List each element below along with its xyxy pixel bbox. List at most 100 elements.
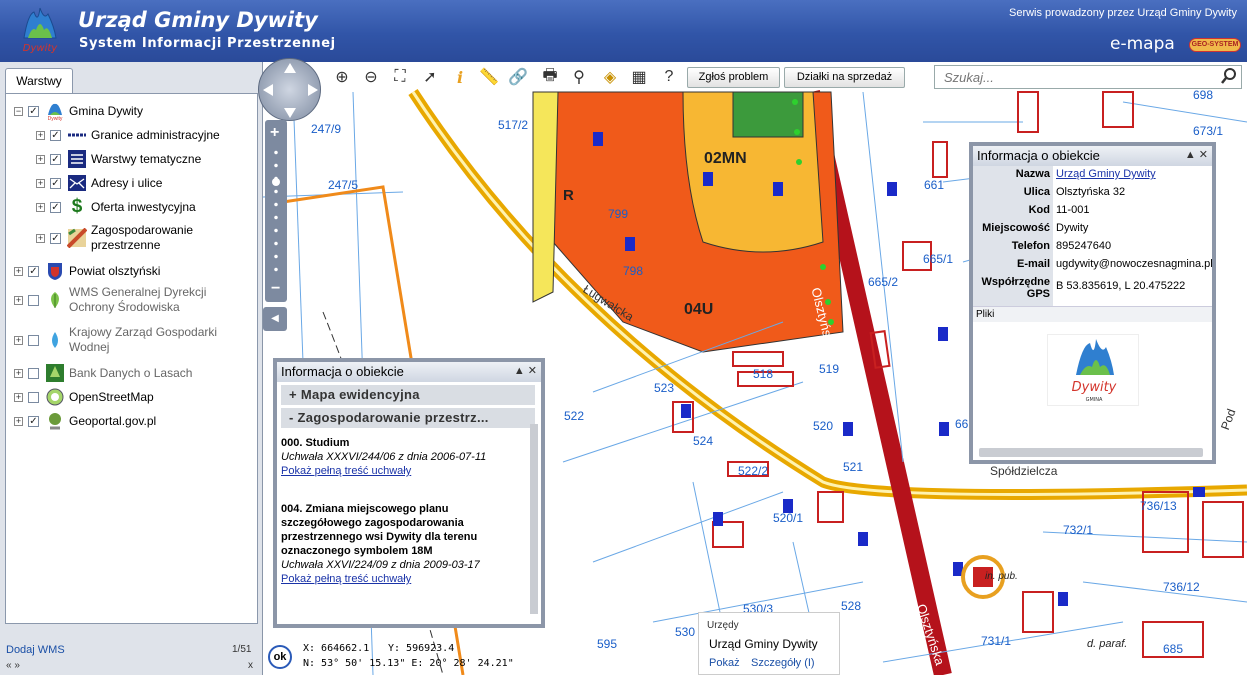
expand-toggle[interactable]: +: [14, 368, 23, 378]
show-resolution-link[interactable]: Pokaż pełną treść uchwały: [281, 465, 411, 477]
forest-icon: [45, 363, 65, 383]
layer-label[interactable]: Granice administracyjne: [91, 128, 220, 143]
expand-toggle[interactable]: +: [36, 233, 45, 243]
search-input[interactable]: [934, 65, 1242, 89]
layer-checkbox[interactable]: ✓: [50, 129, 61, 141]
layer-checkbox[interactable]: ✓: [28, 415, 39, 427]
measure-icon[interactable]: 📏: [477, 66, 501, 88]
zoom-out-button[interactable]: −: [271, 280, 280, 298]
layer-label[interactable]: Powiat olsztyński: [69, 264, 160, 279]
collapse-panel-button[interactable]: ◀: [263, 307, 287, 331]
layer-checkbox[interactable]: [28, 334, 39, 346]
layer-node: + OpenStreetMap: [14, 386, 154, 408]
expand-toggle[interactable]: +: [14, 335, 23, 345]
section-zoning[interactable]: - Zagospodarowanie przestrz...: [281, 408, 535, 428]
layer-checkbox[interactable]: [28, 391, 39, 403]
popup-title: Informacja o obiekcie: [281, 364, 404, 379]
popup-controls[interactable]: ▲ ✕: [514, 362, 537, 381]
full-extent-icon[interactable]: ⛶: [388, 66, 412, 88]
header: Dywity Urząd Gminy Dywity System Informa…: [0, 0, 1247, 62]
horizontal-scrollbar[interactable]: [979, 448, 1203, 457]
zoom-thumb[interactable]: [272, 178, 280, 186]
pan-control[interactable]: [258, 58, 321, 121]
expand-toggle[interactable]: +: [36, 130, 45, 140]
zoom-in-button[interactable]: +: [270, 124, 279, 142]
layer-label[interactable]: Krajowy Zarząd Gospodarki Wodnej: [69, 325, 219, 355]
layer-checkbox[interactable]: ✓: [28, 265, 39, 277]
plot-label: 247/5: [328, 178, 359, 192]
office-logo: Dywity GMINA: [1047, 334, 1139, 406]
layers-icon[interactable]: ◈: [598, 66, 622, 88]
entry-resolution: Uchwała XXXVI/244/06 z dnia 2006-07-11: [281, 451, 487, 463]
svg-text:Dywity: Dywity: [23, 43, 58, 54]
info-value: Olsztyńska 32: [1056, 186, 1126, 198]
expand-toggle[interactable]: +: [36, 202, 45, 212]
layer-node: + ✓ Warstwy tematyczne: [36, 148, 201, 170]
office-name-link[interactable]: Urząd Gminy Dywity: [1056, 168, 1156, 180]
help-icon[interactable]: ?: [657, 66, 681, 88]
ok-button[interactable]: ok: [268, 645, 292, 669]
layer-label[interactable]: Oferta inwestycyjna: [91, 200, 196, 215]
layer-checkbox[interactable]: [28, 367, 39, 379]
layer-node: + ✓ Granice administracyjne: [36, 124, 220, 146]
info-value: B 53.835619, L 20.475222: [1056, 280, 1186, 292]
layer-checkbox[interactable]: ✓: [50, 177, 61, 189]
section-cadastral[interactable]: + Mapa ewidencyjna: [281, 385, 535, 405]
layer-label[interactable]: Zagospodarowanie przestrzenne: [91, 223, 211, 253]
layer-label[interactable]: Geoportal.gov.pl: [69, 414, 156, 429]
search-icon[interactable]: [1220, 67, 1238, 85]
plot-label: 519: [819, 362, 840, 376]
collapse-toggle[interactable]: −: [14, 106, 23, 116]
layer-label[interactable]: Bank Danych o Lasach: [69, 366, 192, 381]
expand-toggle[interactable]: +: [36, 178, 45, 188]
expand-toggle[interactable]: +: [14, 392, 23, 402]
layer-checkbox[interactable]: ✓: [50, 232, 61, 244]
layer-node: + ✓ Zagospodarowanie przestrzenne: [36, 222, 211, 254]
office-details-link[interactable]: Szczegóły (I): [751, 657, 815, 669]
layer-checkbox[interactable]: ✓: [50, 201, 61, 213]
plot-label: 520/1: [773, 511, 804, 525]
layer-label[interactable]: Adresy i ulice: [91, 176, 162, 191]
tab-layers[interactable]: Warstwy: [5, 68, 73, 94]
pointer-icon[interactable]: ➚: [418, 66, 442, 88]
layer-label[interactable]: Gmina Dywity: [69, 104, 143, 119]
expand-toggle[interactable]: +: [36, 154, 45, 164]
info-value: 895247640: [1056, 240, 1112, 252]
pager-arrows[interactable]: « »: [6, 660, 20, 671]
expand-toggle[interactable]: +: [14, 416, 23, 426]
info-icon[interactable]: i: [448, 66, 472, 88]
layer-checkbox[interactable]: ✓: [50, 153, 61, 165]
print-icon[interactable]: 🖶: [538, 66, 562, 88]
geo-system-badge: GEO-SYSTEM: [1189, 38, 1241, 52]
zoom-out-tool-icon[interactable]: ⊖: [359, 66, 383, 88]
expand-toggle[interactable]: +: [14, 266, 23, 276]
show-office-link[interactable]: Pokaż: [709, 657, 740, 669]
popup-controls[interactable]: ▲ ✕: [1185, 146, 1208, 165]
geo-coordinates: N: 53° 50' 15.13" E: 20° 28' 24.21": [303, 658, 514, 669]
locate-icon[interactable]: ⚲: [567, 66, 591, 88]
plots-for-sale-button[interactable]: Działki na sprzedaż: [784, 67, 905, 88]
layer-label[interactable]: OpenStreetMap: [69, 390, 154, 405]
zoom-in-tool-icon[interactable]: ⊕: [330, 66, 354, 88]
layer-checkbox[interactable]: [28, 294, 39, 306]
offices-box: Urzędy Urząd Gminy Dywity Pokaż Szczegół…: [698, 612, 840, 675]
popup-header: Informacja o obiekcie ▲ ✕: [973, 146, 1212, 166]
entry-resolution: Uchwała XXVI/224/09 z dnia 2009-03-17: [281, 559, 480, 571]
link-icon[interactable]: 🔗: [506, 66, 530, 88]
layer-label[interactable]: Warstwy tematyczne: [91, 152, 201, 167]
expand-toggle[interactable]: +: [14, 295, 23, 305]
plot-label: 522: [564, 409, 585, 423]
report-problem-button[interactable]: Zgłoś problem: [687, 67, 780, 88]
resolution-entry: 004. Zmiana miejscowego planu szczegółow…: [281, 502, 511, 586]
layer-label[interactable]: WMS Generalnej Dyrekcji Ochrony Środowis…: [69, 285, 219, 315]
thematic-layers-icon: [67, 149, 87, 169]
layer-checkbox[interactable]: ✓: [28, 105, 39, 117]
layout-icon[interactable]: ▦: [627, 66, 651, 88]
show-resolution-link[interactable]: Pokaż pełną treść uchwały: [281, 573, 411, 585]
layer-tree: − ✓ Dywity Gmina Dywity + ✓ Granice admi…: [5, 93, 258, 624]
close-panel-button[interactable]: x: [248, 660, 253, 671]
svg-text:Dywity: Dywity: [48, 116, 63, 121]
zoom-slider[interactable]: + −: [265, 120, 287, 302]
popup-scrollbar[interactable]: [530, 424, 538, 614]
add-wms-link[interactable]: Dodaj WMS: [6, 644, 65, 656]
